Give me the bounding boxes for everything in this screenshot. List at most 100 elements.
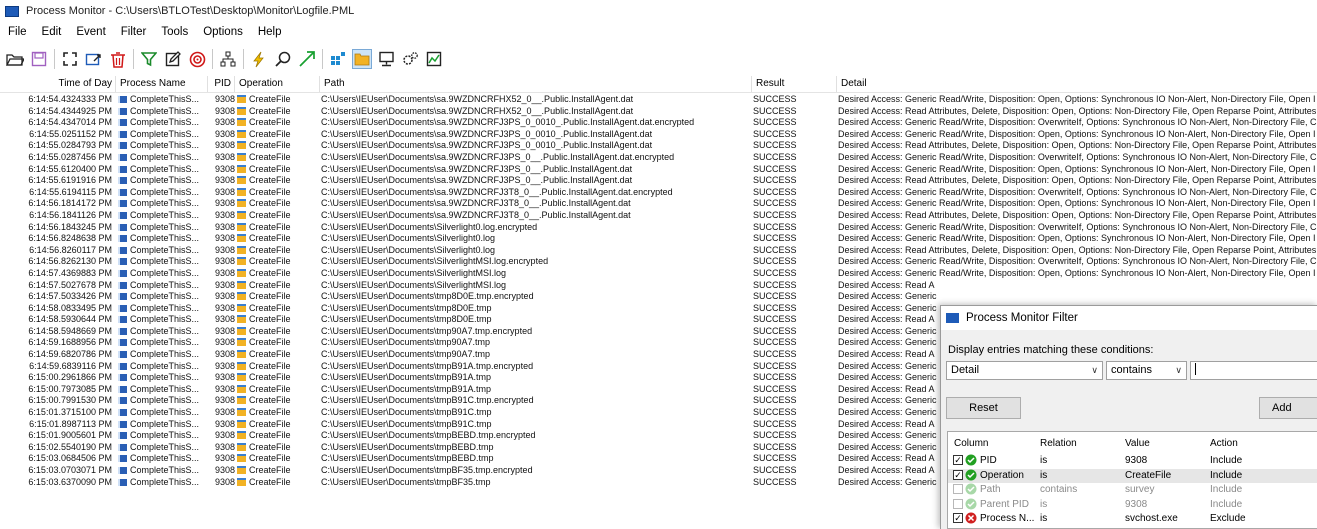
table-row[interactable]: 6:14:56.8260117 PM CompleteThisS... 9308 Cr… xyxy=(0,245,1317,257)
process-name: CompleteThisS... xyxy=(130,360,200,371)
result-cell: SUCCESS xyxy=(753,279,797,290)
table-row[interactable]: 6:14:54.4344925 PM CompleteThisS... 9308 Cr… xyxy=(0,106,1317,118)
filter-header-relation[interactable]: Relation xyxy=(1040,438,1077,449)
process-icon xyxy=(118,397,127,405)
table-row[interactable]: 6:14:55.0287456 PM CompleteThisS... 9308 Cr… xyxy=(0,152,1317,164)
process-cell: CompleteThisS... xyxy=(118,187,208,199)
menu-help[interactable]: Help xyxy=(250,26,289,38)
table-row[interactable]: 6:14:56.8262130 PM CompleteThisS... 9308 Cr… xyxy=(0,256,1317,268)
path-cell: C:\Users\IEUser\Documents\Silverlight0.l… xyxy=(321,233,496,244)
filter-icon[interactable] xyxy=(139,49,159,69)
open-icon[interactable] xyxy=(5,49,25,69)
menu-event[interactable]: Event xyxy=(68,26,112,38)
jump-to-icon[interactable] xyxy=(297,49,317,69)
process-tree-icon[interactable] xyxy=(218,49,238,69)
table-row[interactable]: 6:14:56.1841126 PM CompleteThisS... 9308 Cr… xyxy=(0,210,1317,222)
process-icon xyxy=(118,153,127,161)
filesystem-icon xyxy=(237,408,246,417)
menu-filter[interactable]: Filter xyxy=(113,26,154,38)
column-header-path[interactable]: Path xyxy=(320,76,752,92)
filter-enable-checkbox[interactable]: ✓ xyxy=(953,455,963,465)
filter-rule-row[interactable]: ✓ Process N... is svchost.exe Exclude xyxy=(948,512,1317,527)
filter-header-action[interactable]: Action xyxy=(1210,438,1238,449)
table-row[interactable]: 6:14:54.4347014 PM CompleteThisS... 9308 Cr… xyxy=(0,117,1317,129)
pid-cell: 9308 xyxy=(214,418,235,429)
table-row[interactable]: 6:14:55.6120400 PM CompleteThisS... 9308 Cr… xyxy=(0,164,1317,176)
target-icon[interactable] xyxy=(187,49,207,69)
filter-rule-row[interactable]: ✓ PID is 9308 Include xyxy=(948,454,1317,469)
result-cell: SUCCESS xyxy=(753,349,797,360)
operation-name: CreateFile xyxy=(249,418,291,429)
menu-options[interactable]: Options xyxy=(195,26,250,38)
highlight-icon[interactable] xyxy=(163,49,183,69)
menu-file[interactable]: File xyxy=(0,26,34,38)
table-row[interactable]: 6:14:57.5027678 PM CompleteThisS... 9308 Cr… xyxy=(0,280,1317,292)
filesystem-activity-icon[interactable] xyxy=(352,49,372,69)
toolbar xyxy=(0,44,1317,74)
filter-rules-list[interactable]: Column Relation Value Action ✓ PID is 9308 I… xyxy=(947,431,1317,529)
process-icon xyxy=(118,142,127,150)
find-icon[interactable] xyxy=(273,49,293,69)
table-row[interactable]: 6:14:55.0251152 PM CompleteThisS... 9308 Cr… xyxy=(0,129,1317,141)
filter-enable-checkbox[interactable]: ✓ xyxy=(953,469,963,480)
filter-column-select[interactable]: Detail ∨ xyxy=(946,361,1103,380)
autoscroll-icon[interactable] xyxy=(60,49,80,69)
column-header-detail[interactable]: Detail xyxy=(837,76,1317,92)
reset-button[interactable]: Reset xyxy=(946,397,1021,419)
column-header-process[interactable]: Process Name xyxy=(116,76,208,92)
add-button[interactable]: Add xyxy=(1259,397,1317,419)
delete-icon[interactable] xyxy=(108,49,128,69)
process-name: CompleteThisS... xyxy=(130,372,200,383)
registry-activity-icon[interactable] xyxy=(328,49,348,69)
filter-enable-checkbox[interactable] xyxy=(953,484,963,494)
pid-cell: 9308 xyxy=(214,186,235,197)
filter-relation-select[interactable]: contains ∨ xyxy=(1106,361,1187,380)
menu-edit[interactable]: Edit xyxy=(34,26,69,38)
result-cell: SUCCESS xyxy=(753,267,797,278)
pid-cell: 9308 xyxy=(214,314,235,325)
column-header-operation[interactable]: Operation xyxy=(235,76,320,92)
lightning-icon[interactable] xyxy=(249,49,269,69)
table-row[interactable]: 6:14:55.0284793 PM CompleteThisS... 9308 Cr… xyxy=(0,140,1317,152)
menu-tools[interactable]: Tools xyxy=(153,26,195,38)
operation-name: CreateFile xyxy=(249,314,291,325)
process-activity-icon[interactable] xyxy=(400,49,420,69)
table-row[interactable]: 6:14:56.1814172 PM CompleteThisS... 9308 Cr… xyxy=(0,198,1317,210)
save-icon[interactable] xyxy=(29,49,49,69)
filter-enable-checkbox[interactable] xyxy=(953,498,963,509)
process-icon xyxy=(118,107,127,115)
filter-dialog-title-bar[interactable]: Process Monitor Filter xyxy=(941,306,1317,330)
network-activity-icon[interactable] xyxy=(376,49,396,69)
clear-icon[interactable] xyxy=(84,49,104,69)
operation-cell: CreateFile xyxy=(237,419,319,431)
table-row[interactable]: 6:14:56.1843245 PM CompleteThisS... 9308 Cr… xyxy=(0,222,1317,234)
table-row[interactable]: 6:14:57.5033426 PM CompleteThisS... 9308 Cr… xyxy=(0,291,1317,303)
operation-name: CreateFile xyxy=(249,256,291,267)
toolbar-separator xyxy=(133,49,134,69)
exclude-icon xyxy=(965,512,977,524)
table-row[interactable]: 6:14:55.6194115 PM CompleteThisS... 9308 Cr… xyxy=(0,187,1317,199)
table-row[interactable]: 6:14:57.4369883 PM CompleteThisS... 9308 Cr… xyxy=(0,268,1317,280)
filter-header-value[interactable]: Value xyxy=(1125,438,1150,449)
filter-rule-row[interactable]: ✓ Operation is CreateFile Include xyxy=(948,468,1317,483)
pid-cell: 9308 xyxy=(214,337,235,348)
filter-rule-row[interactable]: Path contains survey Include xyxy=(948,483,1317,498)
table-row[interactable]: 6:14:56.8248638 PM CompleteThisS... 9308 Cr… xyxy=(0,233,1317,245)
filter-rule-row[interactable]: Parent PID is 9308 Include xyxy=(948,498,1317,513)
table-row[interactable]: 6:14:55.6191916 PM CompleteThisS... 9308 Cr… xyxy=(0,175,1317,187)
pid-cell: 9308 xyxy=(214,383,235,394)
filter-value-text: svchost.exe xyxy=(1125,513,1178,524)
window-title: Process Monitor - C:\Users\BTLOTest\Desk… xyxy=(26,5,355,17)
filter-value-input[interactable] xyxy=(1190,361,1317,380)
column-header-time[interactable]: Time of Day xyxy=(0,76,116,92)
table-row[interactable]: 6:14:54.4324333 PM CompleteThisS... 9308 Cr… xyxy=(0,94,1317,106)
filter-list-header: Column Relation Value Action xyxy=(948,432,1317,454)
filter-header-column[interactable]: Column xyxy=(954,438,988,449)
column-header-pid[interactable]: PID xyxy=(208,76,235,92)
profiling-activity-icon[interactable] xyxy=(424,49,444,69)
operation-cell: CreateFile xyxy=(237,233,319,245)
filter-enable-checkbox[interactable]: ✓ xyxy=(953,513,963,523)
column-header-result[interactable]: Result xyxy=(752,76,837,92)
process-name: CompleteThisS... xyxy=(130,233,200,244)
process-icon xyxy=(118,269,127,277)
